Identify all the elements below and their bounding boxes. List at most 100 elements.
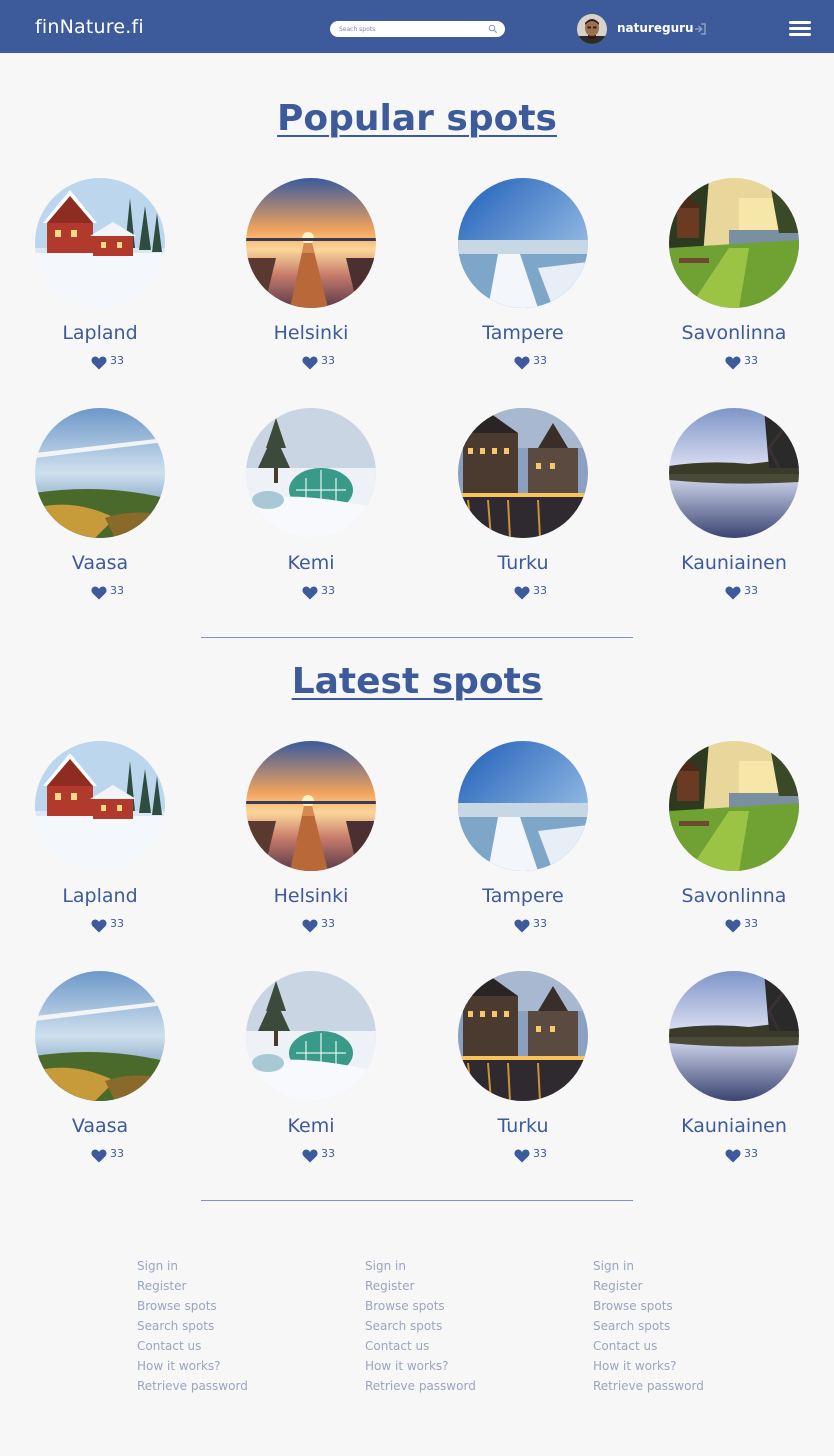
footer-link[interactable]: Contact us	[137, 1336, 297, 1356]
heart-icon[interactable]	[514, 356, 530, 370]
logout-icon[interactable]	[692, 21, 708, 37]
spot-likes: 33	[15, 350, 185, 370]
spot-photo[interactable]	[246, 741, 376, 871]
heart-icon[interactable]	[91, 919, 107, 933]
spot-card[interactable]: Kauniainen 33	[649, 408, 819, 608]
footer-link[interactable]: Register	[365, 1276, 525, 1296]
spot-card[interactable]: Kemi 33	[226, 408, 396, 608]
spot-photo[interactable]	[35, 178, 165, 308]
spot-card[interactable]: Lapland 33	[15, 741, 185, 941]
search-box[interactable]	[330, 21, 505, 37]
spot-name[interactable]: Kauniainen	[649, 1115, 819, 1137]
spot-photo[interactable]	[669, 971, 799, 1101]
spot-name[interactable]: Kemi	[226, 552, 396, 574]
spot-name[interactable]: Lapland	[15, 322, 185, 344]
spot-photo[interactable]	[458, 408, 588, 538]
spot-card[interactable]: Helsinki 33	[226, 741, 396, 941]
heart-icon[interactable]	[91, 1149, 107, 1163]
spot-name[interactable]: Vaasa	[15, 1115, 185, 1137]
site-logo[interactable]: finNature.fi	[35, 16, 144, 38]
spot-name[interactable]: Tampere	[438, 885, 608, 907]
footer-link[interactable]: Contact us	[365, 1336, 525, 1356]
footer-link[interactable]: Sign in	[137, 1256, 297, 1276]
heart-icon[interactable]	[514, 1149, 530, 1163]
footer-link[interactable]: Sign in	[365, 1256, 525, 1276]
footer-link[interactable]: Sign in	[593, 1256, 753, 1276]
spot-card[interactable]: Turku 33	[438, 408, 608, 608]
footer-link[interactable]: How it works?	[365, 1356, 525, 1376]
latest-spots-title: Latest spots	[0, 661, 834, 702]
like-count: 33	[533, 1147, 547, 1160]
footer-link[interactable]: Retrieve password	[593, 1376, 753, 1396]
spot-card[interactable]: Vaasa 33	[15, 971, 185, 1171]
spot-name[interactable]: Vaasa	[15, 552, 185, 574]
spot-name[interactable]: Kauniainen	[649, 552, 819, 574]
spot-card[interactable]: Helsinki 33	[226, 178, 396, 378]
spot-name[interactable]: Lapland	[15, 885, 185, 907]
like-count: 33	[533, 354, 547, 367]
heart-icon[interactable]	[514, 919, 530, 933]
spot-card[interactable]: Savonlinna 33	[649, 178, 819, 378]
footer-link[interactable]: Browse spots	[137, 1296, 297, 1316]
footer-link[interactable]: How it works?	[593, 1356, 753, 1376]
spot-card[interactable]: Turku 33	[438, 971, 608, 1171]
footer-link[interactable]: How it works?	[137, 1356, 297, 1376]
spot-photo[interactable]	[458, 741, 588, 871]
spot-name[interactable]: Tampere	[438, 322, 608, 344]
footer-link[interactable]: Browse spots	[593, 1296, 753, 1316]
heart-icon[interactable]	[302, 919, 318, 933]
heart-icon[interactable]	[302, 1149, 318, 1163]
spot-card[interactable]: Savonlinna 33	[649, 741, 819, 941]
search-icon[interactable]	[488, 24, 498, 34]
spot-card[interactable]: Lapland 33	[15, 178, 185, 378]
spot-photo[interactable]	[246, 178, 376, 308]
footer-link[interactable]: Search spots	[593, 1316, 753, 1336]
username[interactable]: natureguru	[617, 21, 694, 35]
search-input[interactable]	[339, 21, 479, 37]
spot-photo[interactable]	[35, 741, 165, 871]
like-count: 33	[744, 917, 758, 930]
menu-icon[interactable]	[789, 19, 811, 37]
spot-photo[interactable]	[35, 408, 165, 538]
footer-link[interactable]: Register	[593, 1276, 753, 1296]
spot-photo[interactable]	[35, 971, 165, 1101]
heart-icon[interactable]	[91, 586, 107, 600]
footer-link[interactable]: Retrieve password	[365, 1376, 525, 1396]
spot-name[interactable]: Turku	[438, 1115, 608, 1137]
heart-icon[interactable]	[725, 919, 741, 933]
footer-link[interactable]: Register	[137, 1276, 297, 1296]
footer-link[interactable]: Contact us	[593, 1336, 753, 1356]
heart-icon[interactable]	[514, 586, 530, 600]
spot-likes: 33	[438, 580, 608, 600]
spot-card[interactable]: Kemi 33	[226, 971, 396, 1171]
spot-photo[interactable]	[669, 408, 799, 538]
spot-name[interactable]: Savonlinna	[649, 885, 819, 907]
heart-icon[interactable]	[302, 356, 318, 370]
heart-icon[interactable]	[725, 586, 741, 600]
spot-card[interactable]: Tampere 33	[438, 741, 608, 941]
spot-photo[interactable]	[246, 971, 376, 1101]
heart-icon[interactable]	[725, 1149, 741, 1163]
spot-name[interactable]: Kemi	[226, 1115, 396, 1137]
heart-icon[interactable]	[91, 356, 107, 370]
footer-link[interactable]: Browse spots	[365, 1296, 525, 1316]
spot-card[interactable]: Vaasa 33	[15, 408, 185, 608]
spot-name[interactable]: Helsinki	[226, 885, 396, 907]
footer-link[interactable]: Retrieve password	[137, 1376, 297, 1396]
spot-photo[interactable]	[669, 178, 799, 308]
spot-name[interactable]: Savonlinna	[649, 322, 819, 344]
spot-name[interactable]: Turku	[438, 552, 608, 574]
spot-card[interactable]: Kauniainen 33	[649, 971, 819, 1171]
spot-photo[interactable]	[669, 741, 799, 871]
avatar[interactable]	[577, 14, 607, 44]
heart-icon[interactable]	[302, 586, 318, 600]
footer-link[interactable]: Search spots	[137, 1316, 297, 1336]
spot-name[interactable]: Helsinki	[226, 322, 396, 344]
spot-card[interactable]: Tampere 33	[438, 178, 608, 378]
spot-photo[interactable]	[246, 408, 376, 538]
heart-icon[interactable]	[725, 356, 741, 370]
spot-likes: 33	[438, 1143, 608, 1163]
spot-photo[interactable]	[458, 178, 588, 308]
footer-link[interactable]: Search spots	[365, 1316, 525, 1336]
spot-photo[interactable]	[458, 971, 588, 1101]
